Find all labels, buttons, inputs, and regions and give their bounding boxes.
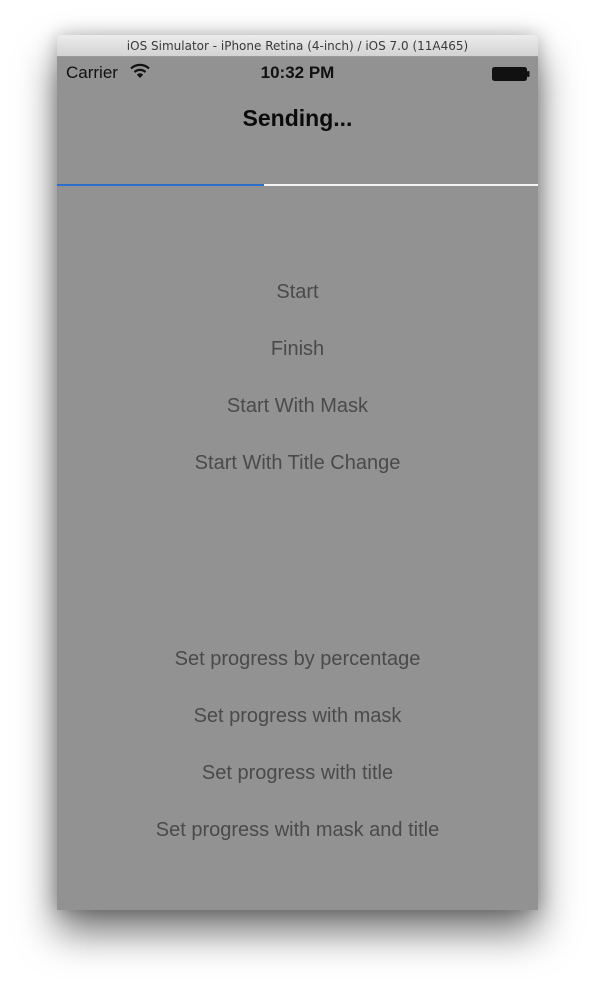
battery-icon (492, 67, 530, 81)
set-progress-with-title-button[interactable]: Set progress with title (57, 762, 538, 785)
progress-fill (57, 184, 264, 186)
progress-bar (57, 184, 538, 186)
start-with-title-change-button[interactable]: Start With Title Change (57, 452, 538, 475)
nav-title: Sending... (242, 105, 353, 131)
simulator-window: iOS Simulator - iPhone Retina (4-inch) /… (57, 35, 538, 910)
start-with-mask-button[interactable]: Start With Mask (57, 395, 538, 418)
set-progress-by-percentage-button[interactable]: Set progress by percentage (57, 648, 538, 671)
status-time: 10:32 PM (260, 63, 335, 82)
status-bar: Carrier 10:32 PM (57, 57, 538, 89)
window-title: iOS Simulator - iPhone Retina (4-inch) /… (126, 39, 469, 53)
device-screen: Carrier 10:32 PM Sending... Start Finish… (57, 57, 538, 910)
set-progress-with-mask-and-title-button[interactable]: Set progress with mask and title (57, 819, 538, 842)
set-progress-with-mask-button[interactable]: Set progress with mask (57, 705, 538, 728)
navigation-bar: Sending... (57, 89, 538, 186)
start-button[interactable]: Start (57, 281, 538, 304)
finish-button[interactable]: Finish (57, 338, 538, 361)
window-titlebar[interactable]: iOS Simulator - iPhone Retina (4-inch) /… (57, 35, 538, 57)
